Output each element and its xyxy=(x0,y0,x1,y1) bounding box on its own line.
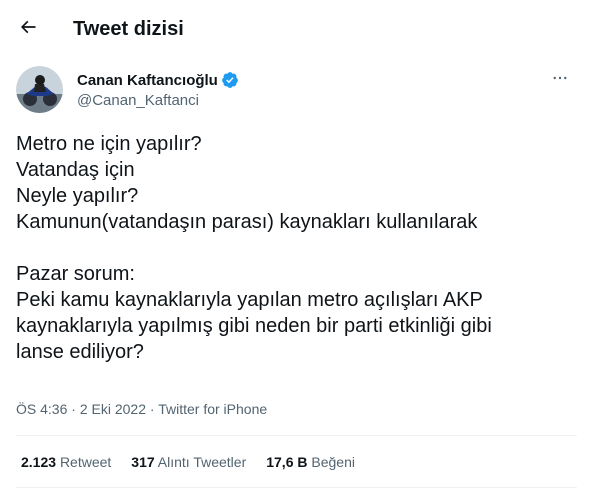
more-button[interactable] xyxy=(544,66,576,90)
tweet-line: Peki kamu kaynaklarıyla yapılan metro aç… xyxy=(16,289,483,311)
tweet-line: Metro ne için yapılır? xyxy=(16,133,202,155)
tweet-line: Kamunun(vatandaşın parası) kaynakları ku… xyxy=(16,211,478,233)
tweet-source[interactable]: Twitter for iPhone xyxy=(158,401,267,417)
tweet-time[interactable]: ÖS 4:36 xyxy=(16,401,67,417)
meta-separator: · xyxy=(67,401,80,417)
author-handle[interactable]: @Canan_Kaftanci xyxy=(77,91,239,111)
tweet-stats: 2.123 Retweet 317 Alıntı Tweetler 17,6 B… xyxy=(21,452,375,472)
tweet-line: Pazar sorum: xyxy=(16,263,135,285)
author-names: Canan Kaftancıoğlu @Canan_Kaftanci xyxy=(77,70,239,111)
likes-count: 17,6 B xyxy=(266,454,308,470)
quotes-stat[interactable]: 317 Alıntı Tweetler xyxy=(131,452,246,472)
tweet-line: lanse ediliyor? xyxy=(16,341,144,363)
arrow-left-icon xyxy=(20,20,36,34)
tweet-line: Vatandaş için xyxy=(16,159,135,181)
display-name-row: Canan Kaftancıoğlu xyxy=(77,70,239,90)
more-horizontal-icon xyxy=(553,76,567,80)
tweet-text: Metro ne için yapılır? Vatandaş için Ney… xyxy=(16,131,576,365)
divider xyxy=(16,435,577,436)
tweet-date[interactable]: 2 Eki 2022 xyxy=(80,401,146,417)
quotes-count: 317 xyxy=(131,454,155,470)
back-button[interactable] xyxy=(9,8,47,46)
verified-badge-icon xyxy=(221,72,238,88)
tweet-line: Neyle yapılır? xyxy=(16,185,139,207)
page-title: Tweet dizisi xyxy=(73,18,184,40)
quotes-label: Alıntı Tweetler xyxy=(157,454,247,470)
display-name[interactable]: Canan Kaftancıoğlu xyxy=(77,72,218,89)
tweet-line: kaynaklarıyla yapılmış gibi neden bir pa… xyxy=(16,315,492,337)
thread-header: Tweet dizisi xyxy=(0,0,593,57)
avatar[interactable] xyxy=(16,66,63,113)
avatar-image xyxy=(16,66,63,113)
retweets-stat[interactable]: 2.123 Retweet xyxy=(21,452,111,472)
likes-label: Beğeni xyxy=(311,454,355,470)
retweets-label: Retweet xyxy=(59,454,112,470)
tweet-author: Canan Kaftancıoğlu @Canan_Kaftanci xyxy=(16,66,576,114)
likes-stat[interactable]: 17,6 B Beğeni xyxy=(266,452,355,472)
tweet-meta: ÖS 4:36 · 2 Eki 2022 · Twitter for iPhon… xyxy=(16,399,267,419)
retweets-count: 2.123 xyxy=(21,454,57,470)
meta-separator: · xyxy=(146,401,159,417)
